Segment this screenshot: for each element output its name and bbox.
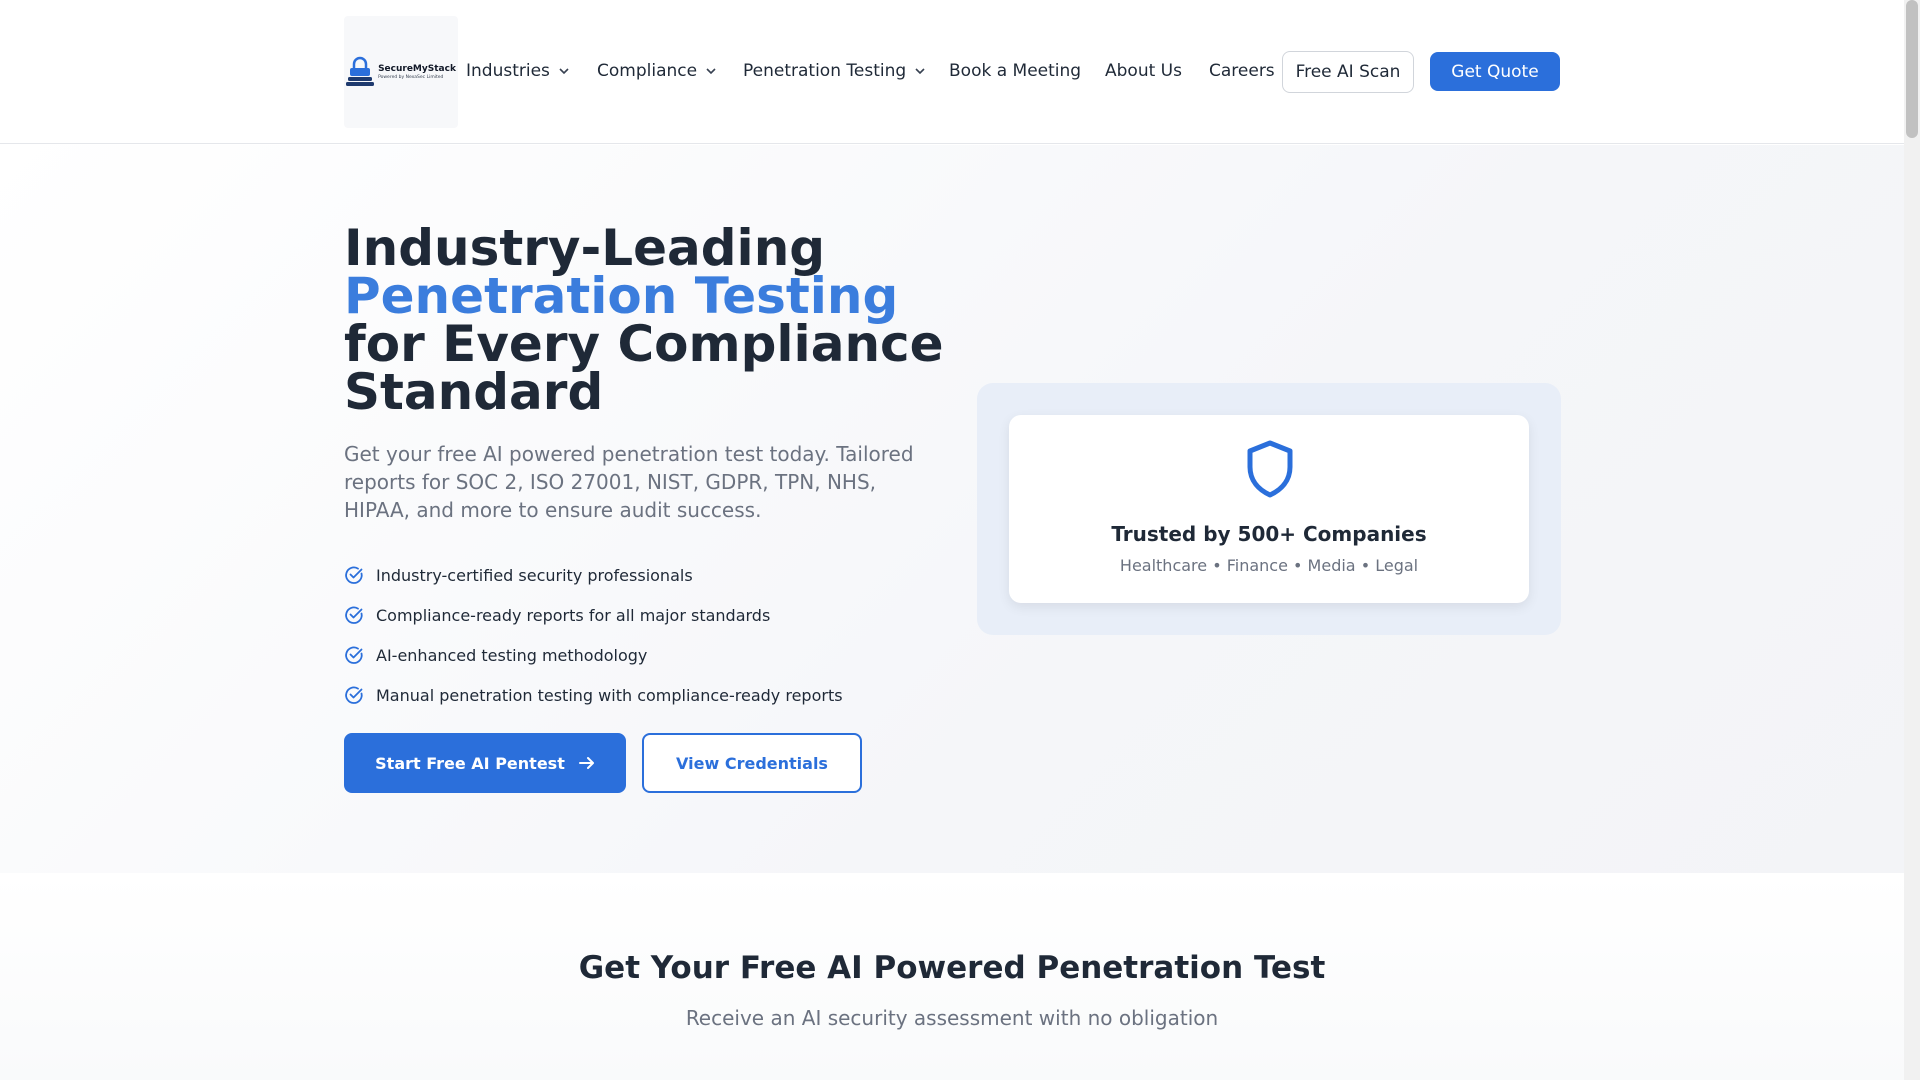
nav-item-compliance[interactable]: Compliance [597, 51, 717, 91]
nav-item-label: About Us [1105, 61, 1182, 81]
free-ai-scan-button[interactable]: Free AI Scan [1282, 51, 1414, 93]
chevron-down-icon [914, 67, 926, 75]
scrollbar-track[interactable] [1904, 0, 1920, 1080]
section-subtitle: Receive an AI security assessment with n… [685, 1006, 1219, 1030]
hero-title-line: Standard [344, 363, 604, 421]
hero-title-line: for Every Compliance [344, 315, 944, 373]
nav-item-label: Careers [1209, 61, 1275, 81]
feature-text: AI-enhanced testing methodology [376, 645, 648, 665]
check-circle-icon [344, 645, 364, 665]
list-item: Compliance-ready reports for all major s… [344, 595, 843, 635]
button-label: Start Free AI Pentest [375, 753, 565, 773]
chevron-down-icon [705, 67, 717, 75]
lock-stack-icon [346, 56, 375, 86]
trust-card: Trusted by 500+ Companies Healthcare • F… [1009, 415, 1529, 603]
chevron-down-icon [558, 67, 570, 75]
hero-title-accent: Penetration Testing [344, 267, 899, 325]
hero-subtitle: Get your free AI powered penetration tes… [344, 442, 914, 522]
check-circle-icon [344, 685, 364, 705]
feature-text: Manual penetration testing with complian… [376, 685, 843, 705]
nav-item-industries[interactable]: Industries [466, 51, 570, 91]
hero-title-line: Industry-Leading [344, 219, 826, 277]
nav-item-careers[interactable]: Careers [1209, 51, 1275, 91]
arrow-right-icon [578, 757, 594, 769]
nav-item-penetration-testing[interactable]: Penetration Testing [743, 51, 926, 91]
check-circle-icon [344, 565, 364, 585]
nav-item-book-meeting[interactable]: Book a Meeting [949, 51, 1081, 91]
site-header: SecureMyStack Powered by NexaSec Limited… [0, 0, 1904, 144]
nav-item-label: Penetration Testing [743, 61, 907, 81]
section-title: Get Your Free AI Powered Penetration Tes… [578, 950, 1326, 986]
list-item: AI-enhanced testing methodology [344, 635, 843, 675]
logo[interactable]: SecureMyStack Powered by NexaSec Limited [344, 16, 458, 128]
hero-title: Industry-Leading Penetration Testing for… [344, 219, 964, 421]
nav-item-label: Industries [466, 61, 550, 81]
start-free-ai-pentest-button[interactable]: Start Free AI Pentest [344, 733, 626, 793]
feature-text: Industry-certified security professional… [376, 565, 693, 585]
logo-name: SecureMyStack [378, 64, 456, 74]
check-circle-icon [344, 605, 364, 625]
logo-tagline: Powered by NexaSec Limited [378, 75, 444, 80]
feature-text: Compliance-ready reports for all major s… [376, 605, 771, 625]
scrollbar-thumb[interactable] [1906, 0, 1918, 138]
list-item: Manual penetration testing with complian… [344, 675, 843, 715]
trust-card-subtitle: Healthcare • Finance • Media • Legal [1119, 556, 1419, 575]
trust-card-title: Trusted by 500+ Companies [1111, 522, 1427, 546]
nav-item-label: Book a Meeting [949, 61, 1082, 81]
shield-icon [1247, 440, 1293, 498]
list-item: Industry-certified security professional… [344, 555, 843, 595]
nav-item-label: Compliance [597, 61, 698, 81]
feature-list: Industry-certified security professional… [344, 555, 843, 715]
get-quote-button[interactable]: Get Quote [1430, 52, 1560, 91]
view-credentials-button[interactable]: View Credentials [642, 733, 862, 793]
nav-item-about-us[interactable]: About Us [1105, 51, 1182, 91]
